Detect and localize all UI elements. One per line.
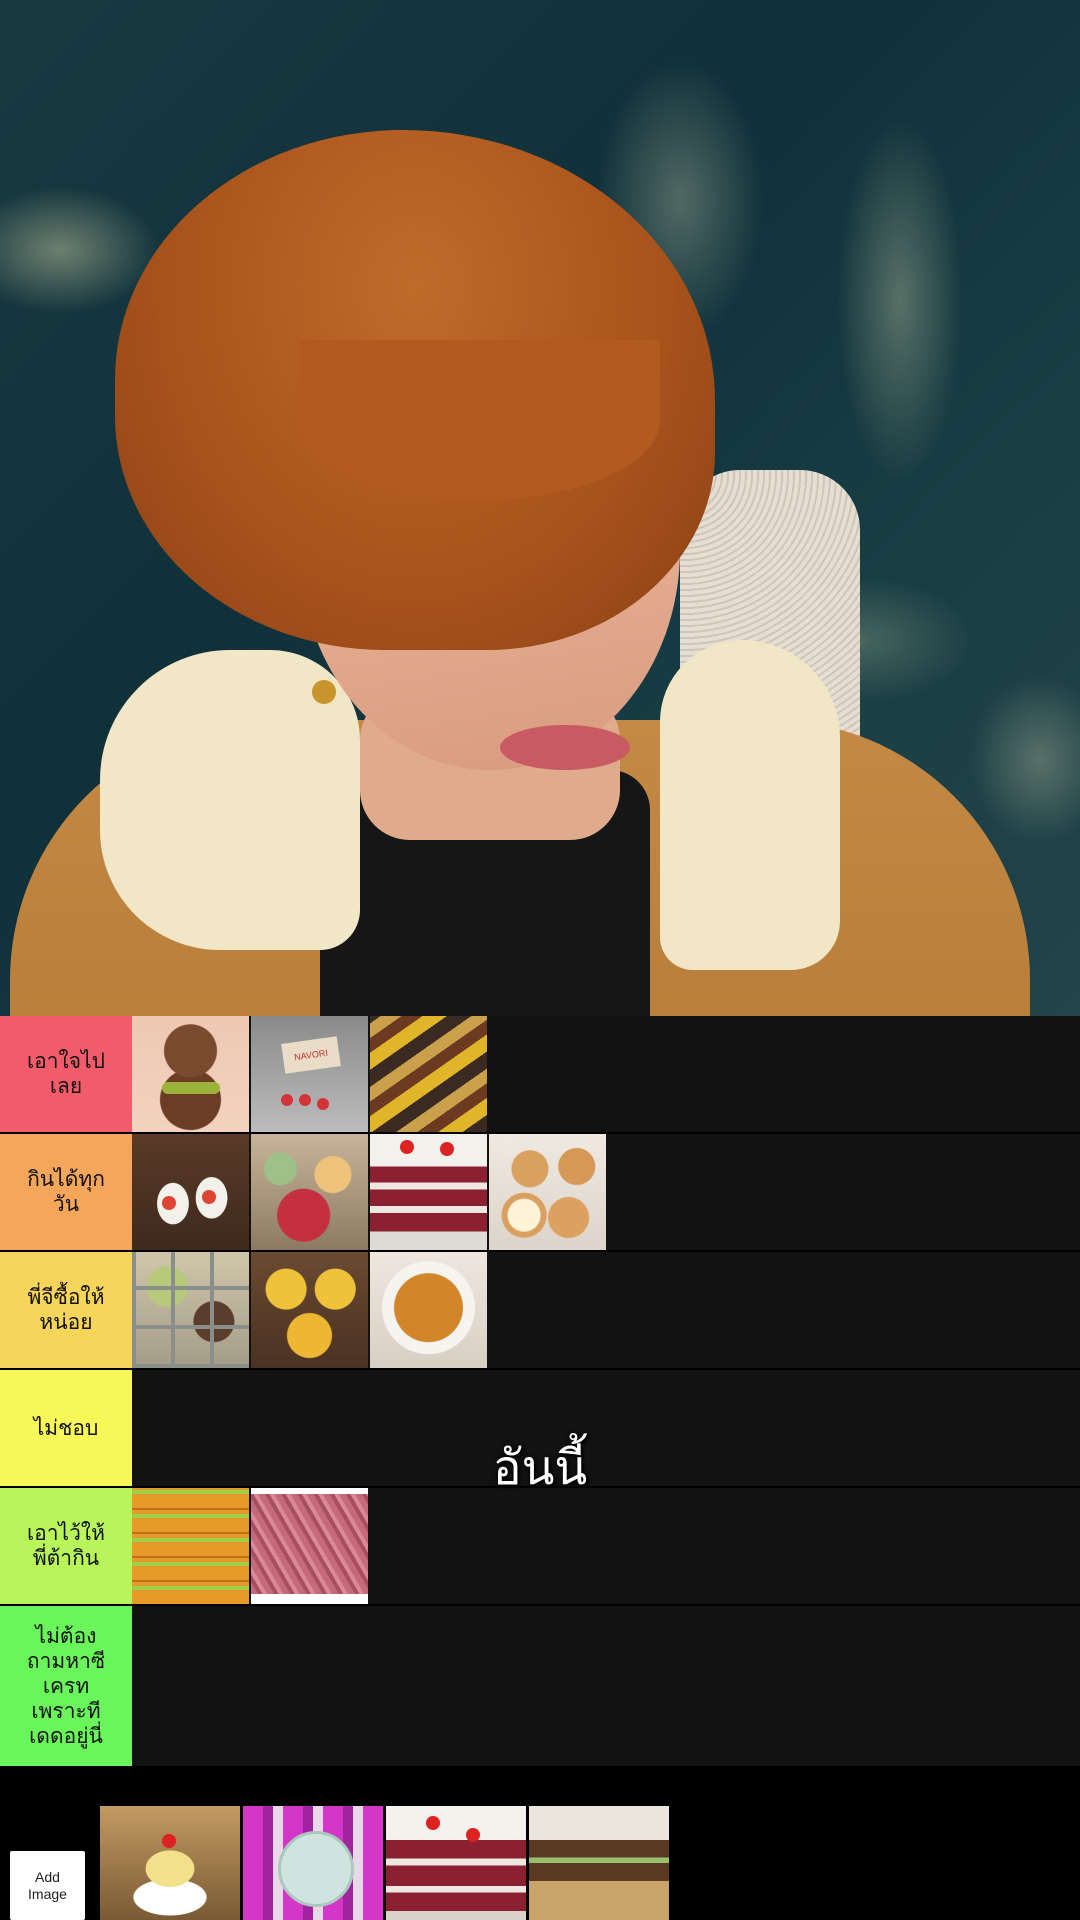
ice-cream-toppings-image[interactable] bbox=[132, 1252, 249, 1368]
subtitle-caption: อันนี้ bbox=[492, 1442, 588, 1495]
tier-label[interactable]: เอาใจไป เลย bbox=[0, 1016, 132, 1132]
tray-items bbox=[100, 1806, 672, 1920]
matcha-ball-image[interactable] bbox=[132, 1016, 249, 1132]
tier-label[interactable]: ไม่ต้อง ถามหาซี เครท เพราะที เดดอยู่นี่ bbox=[0, 1606, 132, 1766]
tier-row[interactable]: ไม่ต้อง ถามหาซี เครท เพราะที เดดอยู่นี่ bbox=[0, 1606, 1080, 1768]
hair-fringe bbox=[300, 340, 660, 500]
chocolate-bar-image[interactable] bbox=[529, 1806, 669, 1920]
tier-row[interactable]: พี่จีซื้อให้ หน่อย bbox=[0, 1252, 1080, 1370]
tier-items bbox=[132, 1134, 1080, 1250]
fruit-tart-image[interactable] bbox=[251, 1134, 368, 1250]
strawberry-cake-image[interactable] bbox=[386, 1806, 526, 1920]
tier-label[interactable]: พี่จีซื้อให้ หน่อย bbox=[0, 1252, 132, 1368]
tier-list: เอาใจไป เลยกินได้ทุก วันพี่จีซื้อให้ หน่… bbox=[0, 1016, 1080, 1768]
add-image-button[interactable]: Add Image bbox=[10, 1851, 85, 1920]
tier-items bbox=[132, 1606, 1080, 1766]
tier-row[interactable]: เอาใจไป เลย bbox=[0, 1016, 1080, 1134]
mouth bbox=[500, 725, 630, 770]
tier-row[interactable]: กินได้ทุก วัน bbox=[0, 1134, 1080, 1252]
creme-brulee-image[interactable] bbox=[370, 1252, 487, 1368]
strawberry-mochi-image[interactable] bbox=[132, 1134, 249, 1250]
red-velvet-cake-image[interactable] bbox=[370, 1134, 487, 1250]
cookie-tart-image[interactable] bbox=[251, 1252, 368, 1368]
hood-fleece-right bbox=[660, 640, 840, 970]
earring bbox=[312, 680, 336, 704]
add-image-label: Add Image bbox=[28, 1868, 67, 1902]
tier-items bbox=[132, 1016, 1080, 1132]
cream-puff-image[interactable] bbox=[489, 1134, 606, 1250]
toblerone-image[interactable] bbox=[370, 1016, 487, 1132]
tier-label[interactable]: กินได้ทุก วัน bbox=[0, 1134, 132, 1250]
pink-candy-pack-image[interactable] bbox=[243, 1806, 383, 1920]
tier-items bbox=[132, 1252, 1080, 1368]
navori-image[interactable] bbox=[251, 1016, 368, 1132]
custard-pudding-image[interactable] bbox=[100, 1806, 240, 1920]
video-frame bbox=[0, 0, 1080, 1016]
